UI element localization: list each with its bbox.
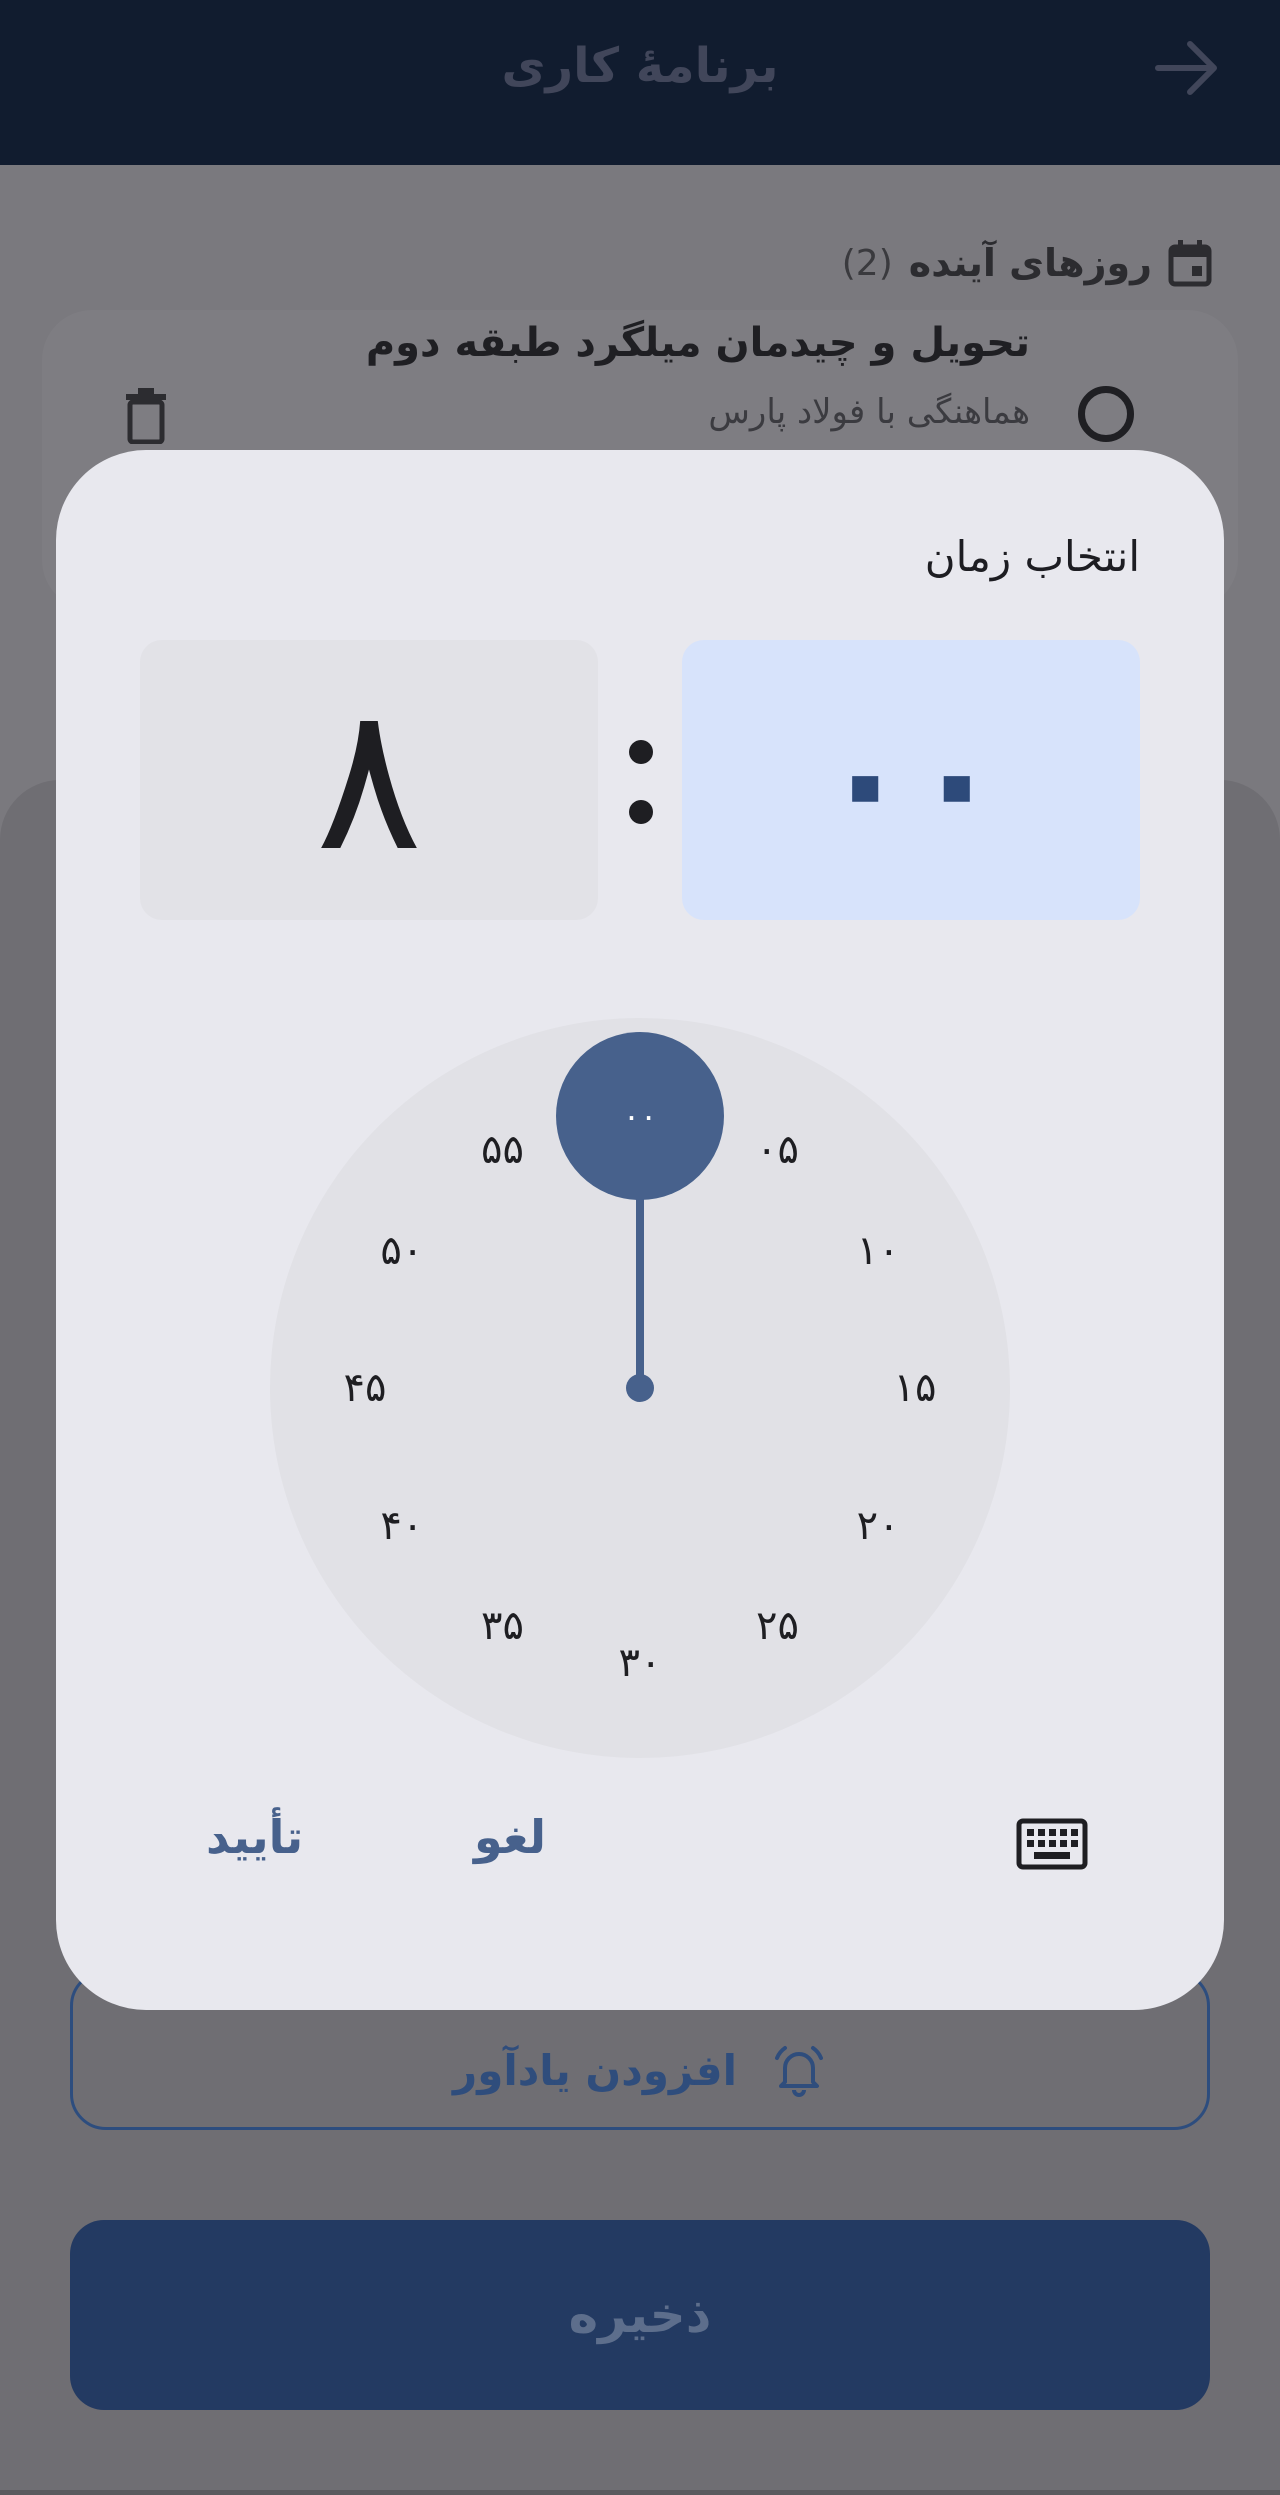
- hour-selector[interactable]: ۸: [140, 640, 598, 920]
- arrow-right-icon[interactable]: [1152, 38, 1222, 98]
- task-complete-checkbox[interactable]: [1078, 386, 1134, 442]
- save-button[interactable]: ذخیره: [70, 2220, 1210, 2410]
- hour-value: ۸: [315, 663, 423, 896]
- section-header: روزهای آینده (2): [842, 235, 1212, 291]
- cancel-button[interactable]: لغو: [474, 1810, 546, 1864]
- time-picker-dialog: انتخاب زمان ۸ ۰۰ ۰۰ ۰۵ ۱۰ ۱۵ ۲۰ ۲۵ ۳۰ ۳۵ ۴۰ ۴۵ ۵۰…: [56, 450, 1224, 2010]
- dial-number[interactable]: ۵۰: [357, 1226, 447, 1276]
- dial-number[interactable]: ۳۰: [595, 1638, 685, 1688]
- dial-number[interactable]: ۰۵: [733, 1125, 823, 1175]
- dialog-title: انتخاب زمان: [924, 532, 1140, 581]
- time-separator: [627, 740, 655, 824]
- clock-hand: [636, 1198, 644, 1388]
- save-label: ذخیره: [568, 2286, 712, 2344]
- clock-center: [626, 1374, 654, 1402]
- ok-button[interactable]: تأیید: [206, 1810, 303, 1864]
- task-subtitle: هماهنگی با فولاد پارس: [708, 392, 1030, 432]
- section-count: (2): [841, 242, 893, 284]
- selected-minute-marker[interactable]: ۰۰: [556, 1032, 724, 1200]
- app-bar: برنامهٔ کاری: [0, 0, 1280, 165]
- dial-number[interactable]: ۱۰: [833, 1226, 923, 1276]
- bottom-divider: [0, 2490, 1280, 2495]
- bell-alarm-icon: [774, 2046, 823, 2097]
- minute-selector[interactable]: ۰۰: [682, 640, 1140, 920]
- calendar-icon: [1168, 240, 1212, 287]
- keyboard-icon[interactable]: [1016, 1818, 1088, 1870]
- trash-icon[interactable]: [124, 388, 168, 444]
- add-reminder-label: افزودن یادآور: [453, 2045, 737, 2095]
- dial-number[interactable]: ۲۵: [733, 1601, 823, 1651]
- dial-number[interactable]: ۳۵: [458, 1601, 548, 1651]
- selected-minute-label: ۰۰: [622, 1097, 658, 1135]
- dial-number[interactable]: ۲۰: [833, 1501, 923, 1551]
- page-title: برنامهٔ کاری: [501, 38, 779, 94]
- clock-dial[interactable]: ۰۰ ۰۵ ۱۰ ۱۵ ۲۰ ۲۵ ۳۰ ۳۵ ۴۰ ۴۵ ۵۰ ۵۵: [270, 1018, 1010, 1758]
- task-title: تحویل و چیدمان میلگرد طبقه دوم: [365, 320, 1030, 366]
- dial-number[interactable]: ۵۵: [458, 1125, 548, 1175]
- dial-number[interactable]: ۱۵: [870, 1363, 960, 1413]
- section-title: روزهای آینده: [908, 241, 1152, 285]
- dial-number[interactable]: ۴۰: [357, 1501, 447, 1551]
- dial-number[interactable]: ۴۵: [320, 1363, 410, 1413]
- minute-value: ۰۰: [819, 693, 1003, 867]
